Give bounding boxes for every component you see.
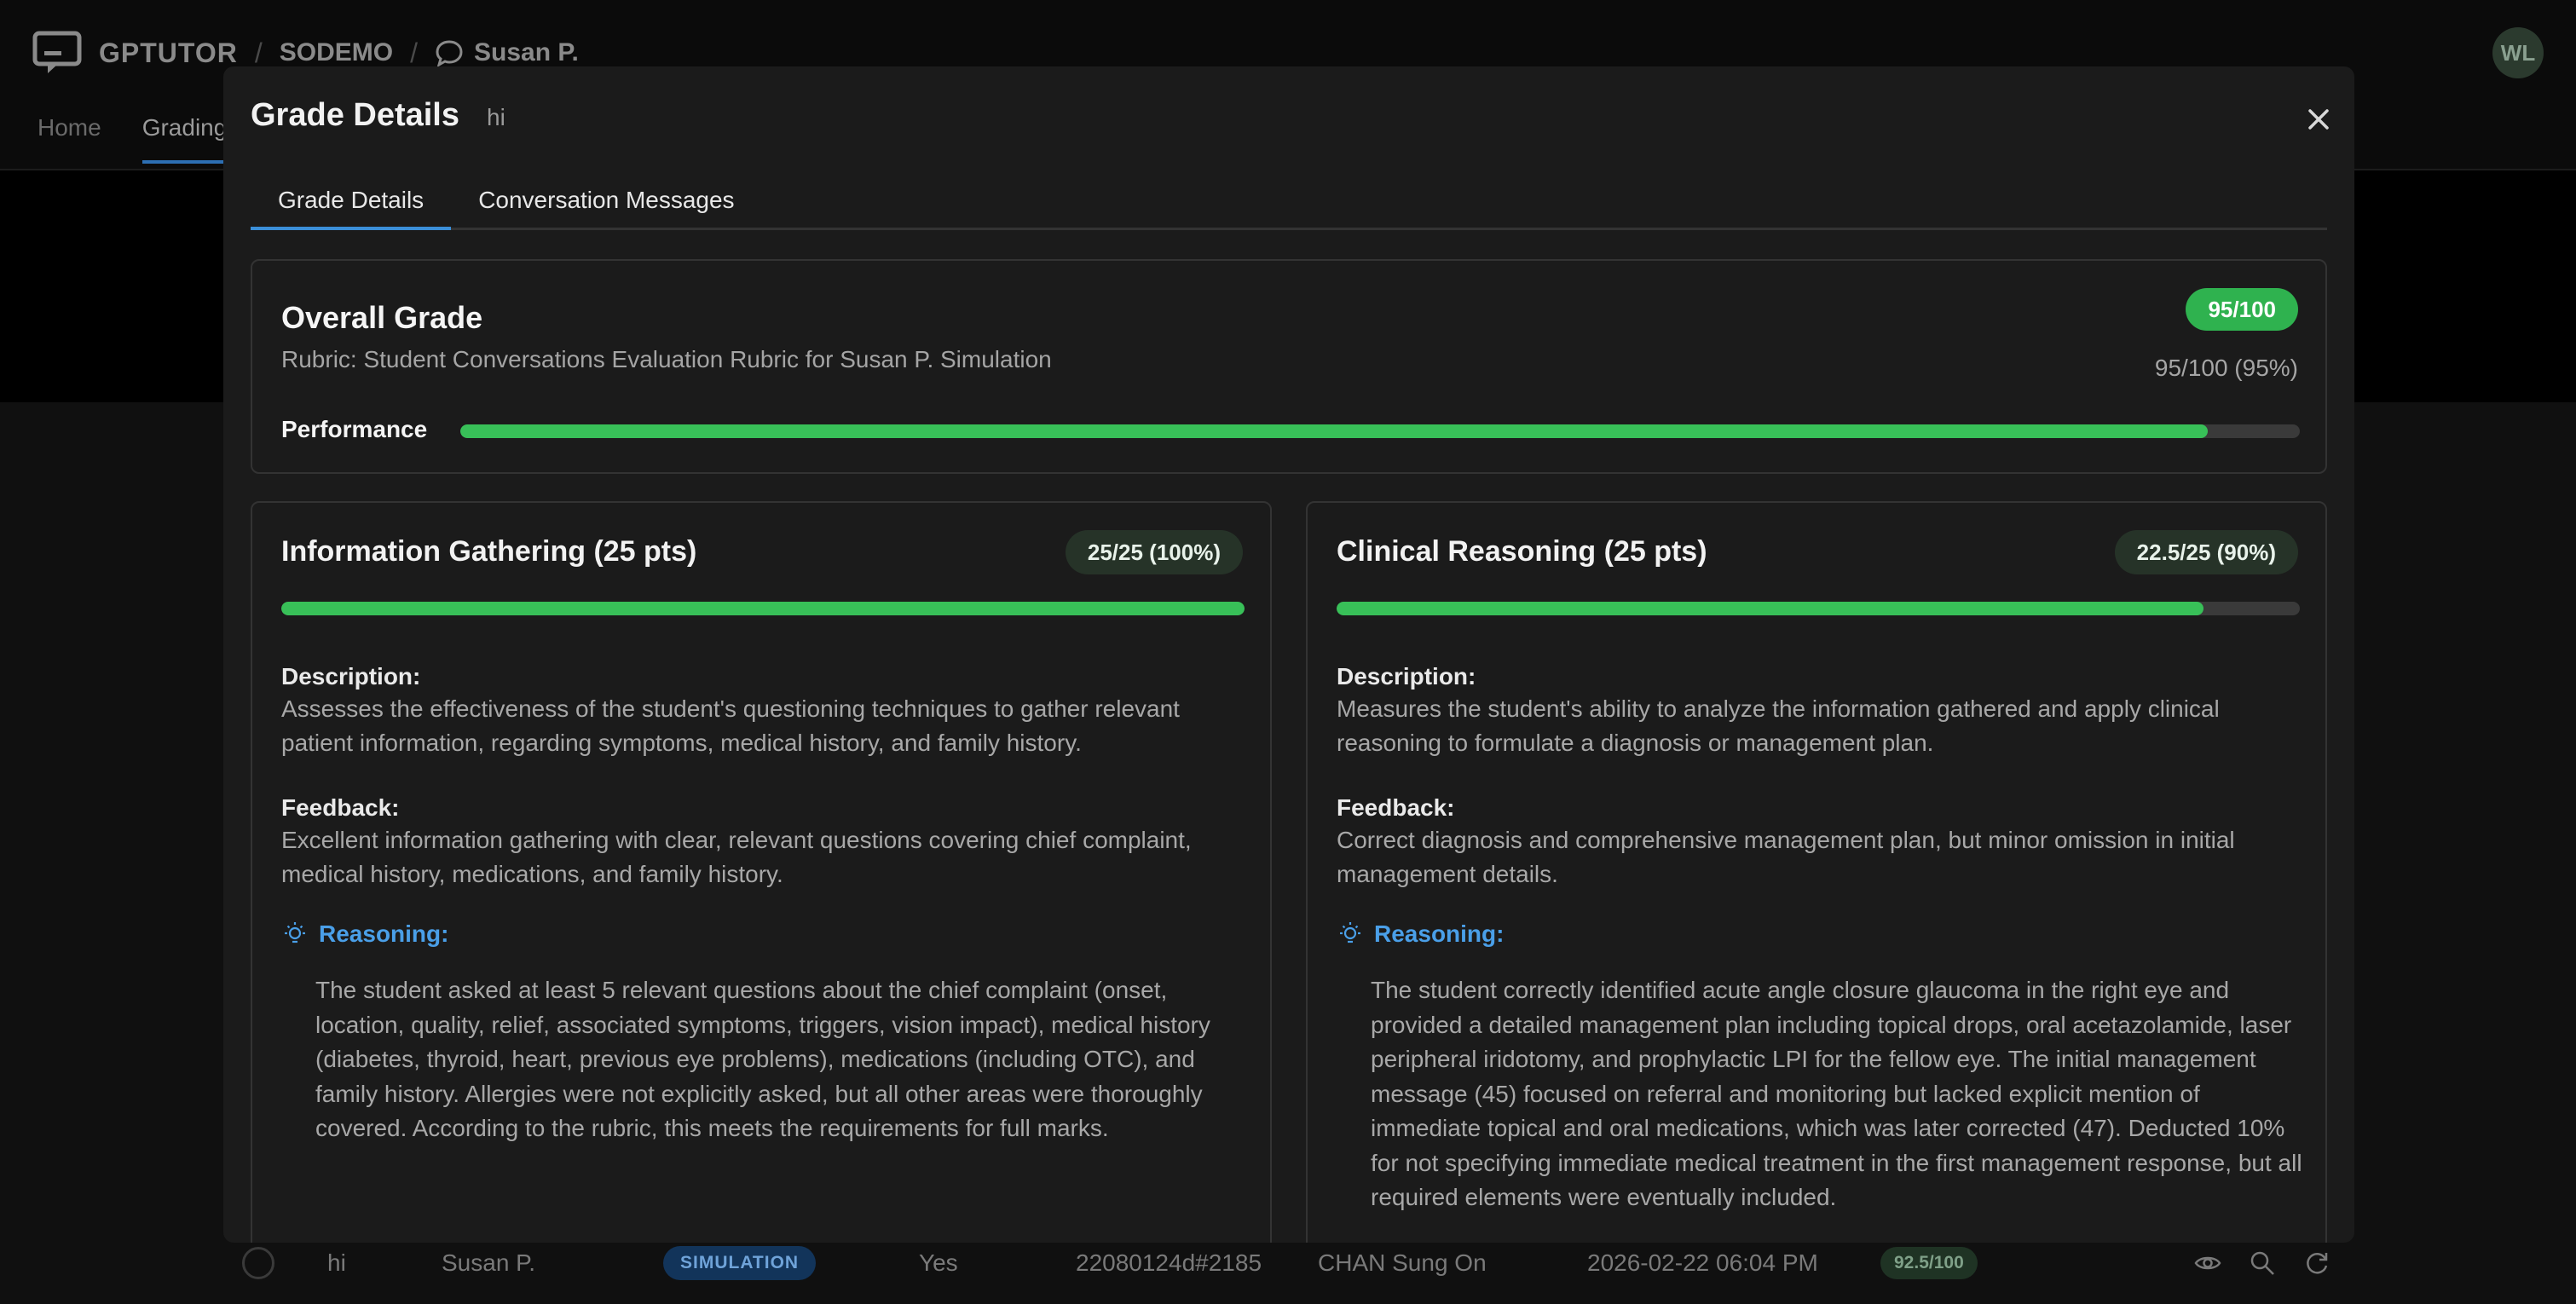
row-student-id: 22080124d#2185 (1076, 1249, 1262, 1276)
breadcrumb-item-label: Susan P. (474, 38, 579, 66)
description-text: Assesses the effectiveness of the studen… (281, 695, 1180, 756)
criterion-progress-fill (1337, 602, 2203, 615)
row-datetime: 2026-02-22 06:04 PM (1587, 1249, 1818, 1276)
breadcrumb-item-conversation[interactable]: Susan P. (435, 38, 579, 67)
main-nav: Home Grading (38, 114, 228, 164)
lightbulb-icon (285, 922, 305, 943)
modal-tabs: Grade Details Conversation Messages (251, 181, 2327, 230)
modal-subtitle: hi (487, 104, 505, 130)
overall-grade-card: Overall Grade Rubric: Student Conversati… (251, 259, 2327, 474)
nav-tab-grading[interactable]: Grading (142, 114, 228, 164)
modal-title: Grade Details (251, 97, 459, 133)
reasoning-header: Reasoning: (1337, 920, 1504, 948)
grade-details-modal: Grade Details hi Grade Details Conversat… (223, 66, 2354, 1243)
criterion-score-badge: 25/25 (100%) (1065, 530, 1243, 574)
row-student-name: CHAN Sung On (1318, 1249, 1487, 1276)
reasoning-label: Reasoning: (1374, 920, 1505, 947)
overall-score-detail: 95/100 (95%) (2154, 355, 2298, 381)
rubric-name: Rubric: Student Conversations Evaluation… (281, 346, 1052, 372)
type-badge: SIMULATION (663, 1246, 817, 1280)
brand-name[interactable]: GPTUTOR (99, 38, 238, 69)
feedback-text: Correct diagnosis and comprehensive mana… (1337, 827, 2235, 887)
app-root: GPTUTOR / SODEMO / Susan P. WL Home Grad… (0, 0, 2576, 1304)
row-select-checkbox[interactable] (242, 1247, 274, 1279)
tab-conversation-messages[interactable]: Conversation Messages (451, 181, 761, 230)
feedback-label: Feedback: (281, 794, 400, 821)
monitor-chat-icon (32, 31, 82, 73)
feedback-label: Feedback: (1337, 794, 1455, 821)
performance-label: Performance (281, 416, 428, 442)
reasoning-label: Reasoning: (319, 920, 449, 947)
reasoning-text: The student asked at least 5 relevant qu… (315, 977, 1210, 1141)
close-icon[interactable] (2300, 101, 2337, 138)
description-label: Description: (1337, 663, 1476, 690)
row-completed: Yes (919, 1249, 958, 1276)
reasoning-header: Reasoning: (281, 920, 448, 948)
criterion-progress-bar (281, 602, 1245, 615)
search-icon[interactable] (2249, 1241, 2276, 1285)
nav-tab-home[interactable]: Home (38, 114, 101, 164)
refresh-icon[interactable] (2303, 1241, 2331, 1285)
criterion-title: Clinical Reasoning (25 pts) (1337, 535, 1707, 568)
breadcrumb-separator: / (410, 37, 418, 68)
lightbulb-icon (1340, 922, 1360, 943)
user-avatar[interactable]: WL (2492, 27, 2544, 78)
chat-bubble-icon (436, 40, 463, 67)
breadcrumb-item-workspace[interactable]: SODEMO (280, 38, 393, 67)
row-patient: Susan P. (442, 1249, 536, 1276)
feedback-text: Excellent information gathering with cle… (281, 827, 1192, 887)
performance-bar (460, 424, 2300, 438)
overall-grade-title: Overall Grade (281, 300, 483, 335)
description-text: Measures the student's ability to analyz… (1337, 695, 2220, 756)
criterion-title: Information Gathering (25 pts) (281, 535, 697, 568)
tab-grade-details[interactable]: Grade Details (251, 181, 452, 230)
eye-icon[interactable] (2194, 1241, 2221, 1285)
description-label: Description: (281, 663, 421, 690)
criterion-progress-fill (281, 602, 1245, 615)
criterion-card-information-gathering: Information Gathering (25 pts) 25/25 (10… (251, 501, 1272, 1243)
reasoning-text: The student correctly identified acute a… (1371, 977, 2302, 1210)
criterion-progress-bar (1337, 602, 2300, 615)
table-row[interactable]: hi Susan P. SIMULATION Yes 22080124d#218… (0, 1241, 2576, 1304)
score-badge: 92.5/100 (1880, 1247, 1978, 1279)
modal-header: Grade Details hi (251, 97, 505, 134)
overall-score-badge: 95/100 (2186, 288, 2298, 331)
criterion-card-clinical-reasoning: Clinical Reasoning (25 pts) 22.5/25 (90%… (1306, 501, 2327, 1243)
row-title: hi (327, 1249, 346, 1276)
breadcrumb-separator: / (254, 37, 263, 68)
performance-bar-fill (460, 424, 2209, 438)
criterion-score-badge: 22.5/25 (90%) (2114, 530, 2298, 574)
